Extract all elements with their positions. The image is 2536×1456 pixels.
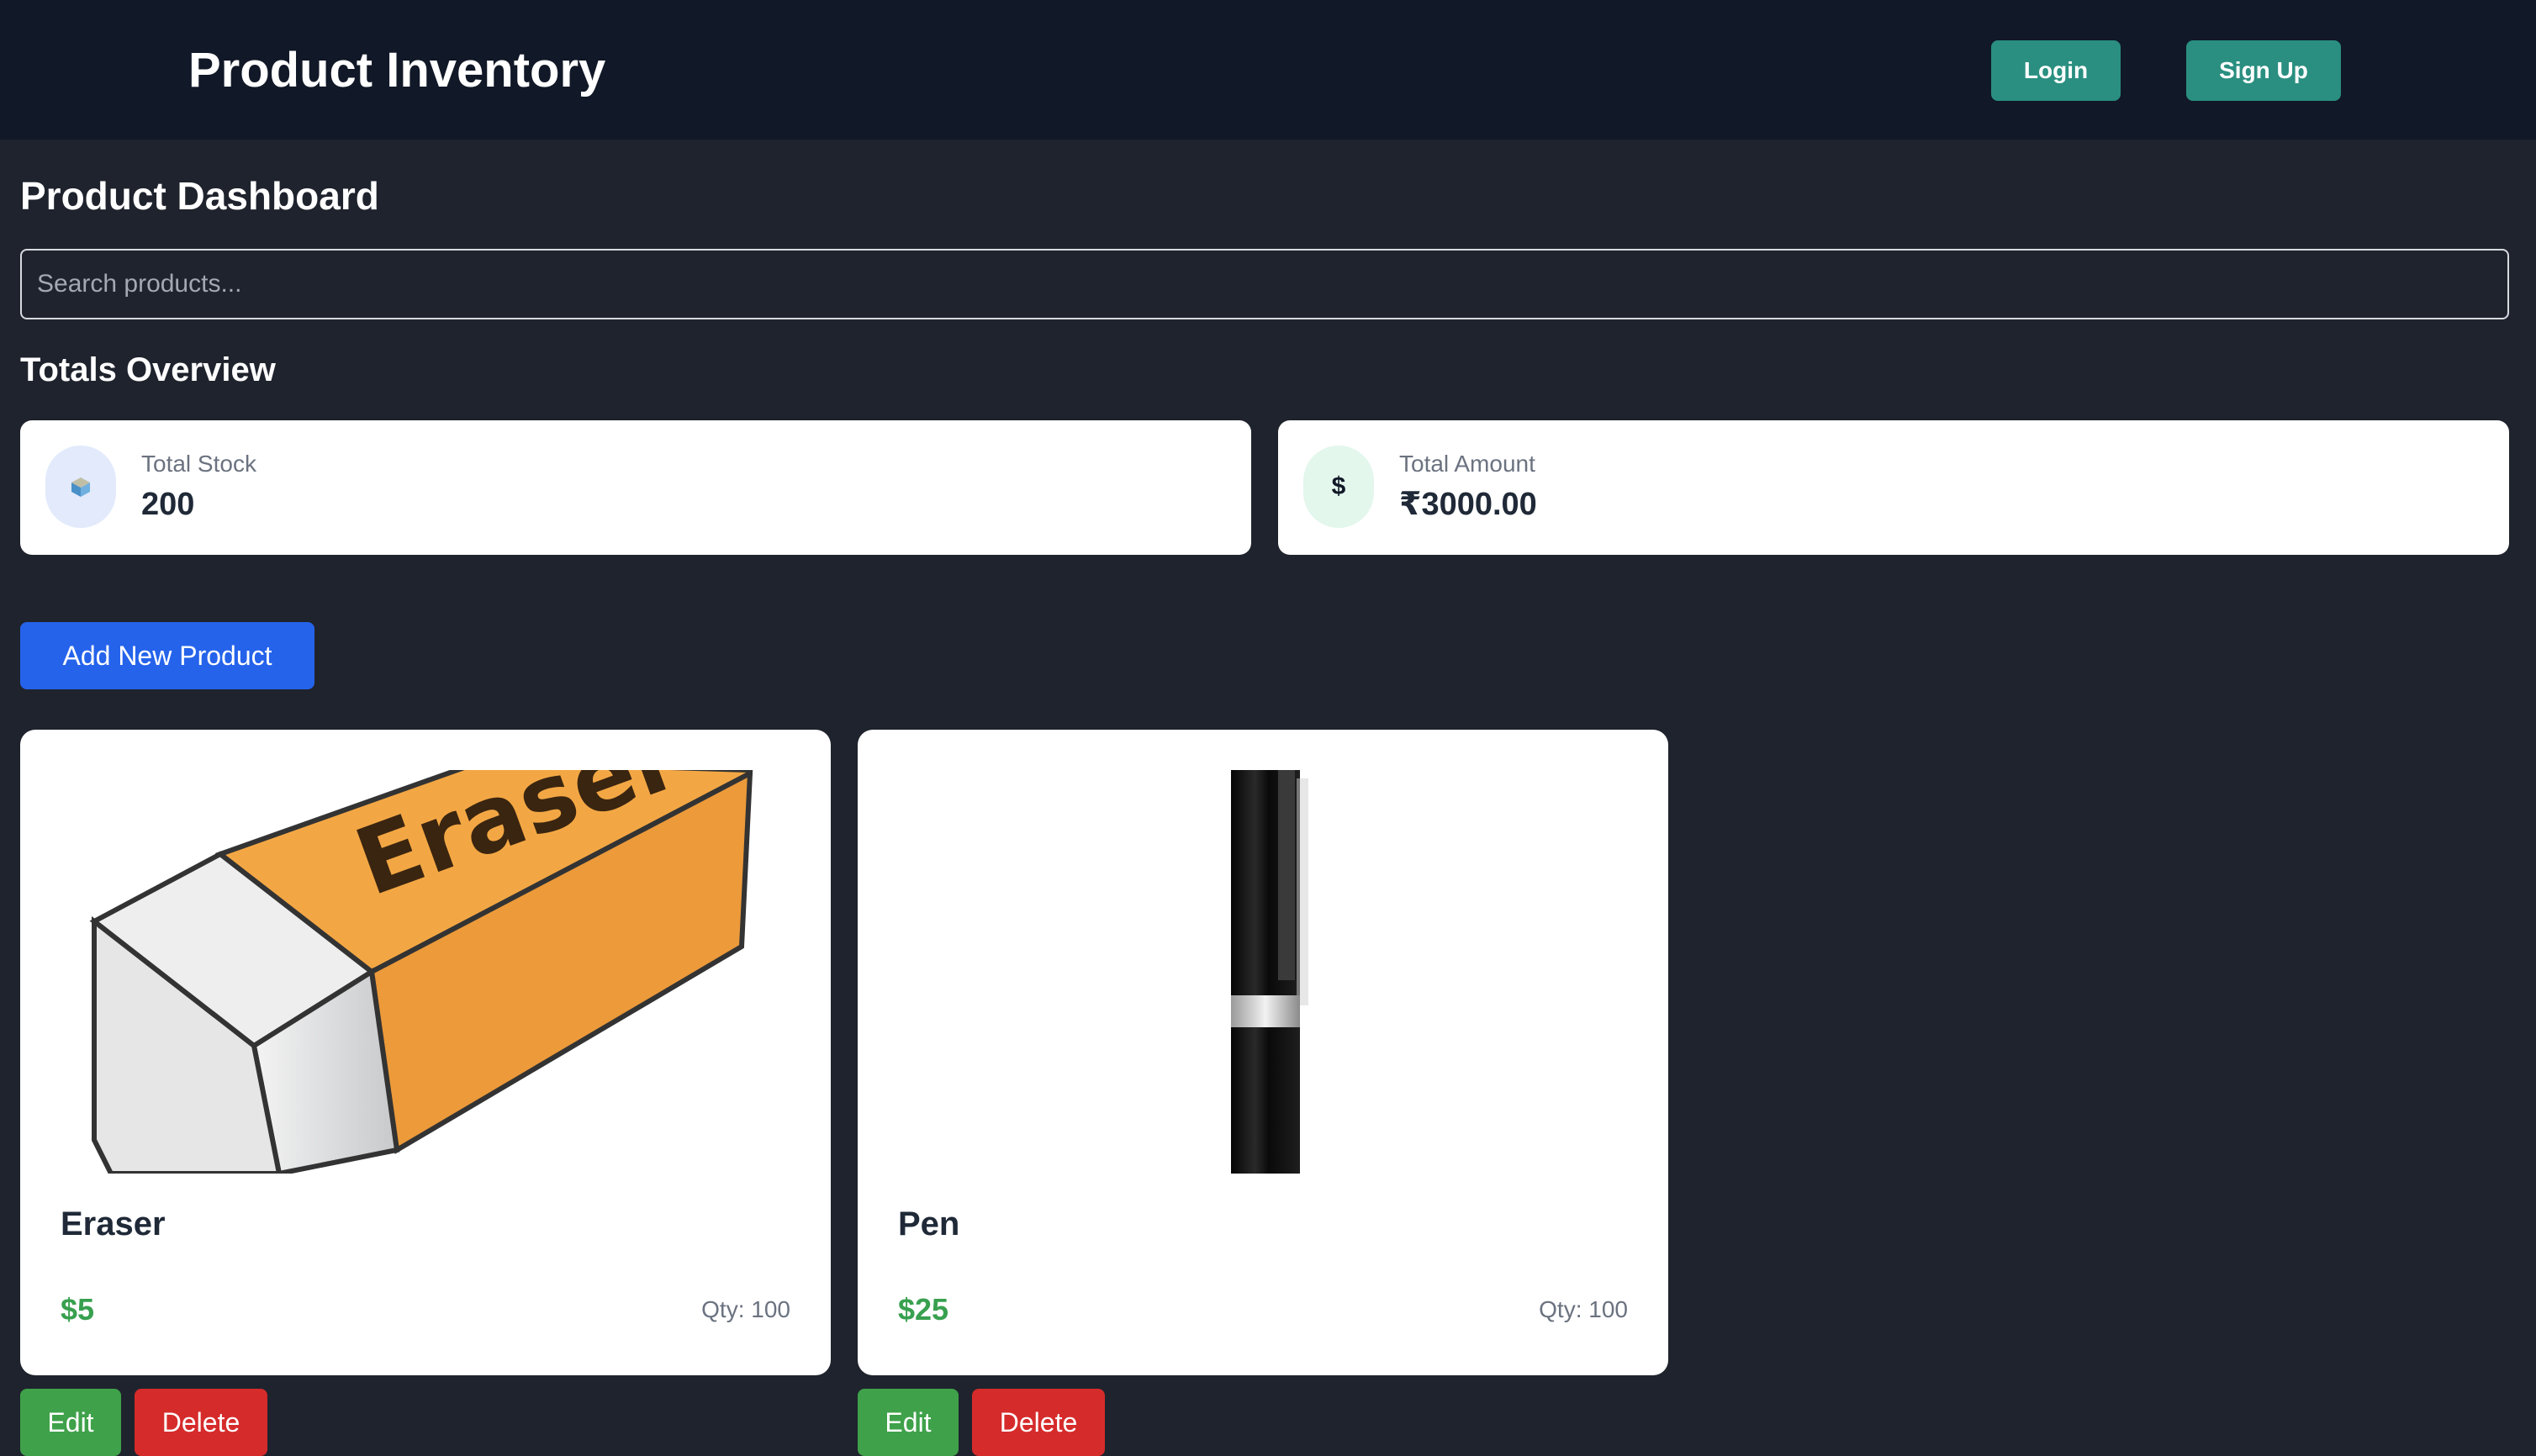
edit-button[interactable]: Edit bbox=[858, 1389, 959, 1456]
quantity-label: Qty: bbox=[1539, 1296, 1582, 1322]
delete-button[interactable]: Delete bbox=[972, 1389, 1105, 1456]
navbar: Product Inventory Login Sign Up bbox=[0, 0, 2536, 140]
add-new-product-button[interactable]: Add New Product bbox=[20, 622, 314, 689]
edit-button[interactable]: Edit bbox=[20, 1389, 121, 1456]
product-quantity: Qty: 100 bbox=[701, 1295, 790, 1325]
quantity-value: 100 bbox=[751, 1296, 790, 1322]
signup-button[interactable]: Sign Up bbox=[2186, 40, 2341, 101]
eraser-image: Eraser bbox=[61, 770, 790, 1174]
product-price: $5 bbox=[61, 1292, 95, 1327]
product-quantity: Qty: 100 bbox=[1539, 1295, 1628, 1325]
product-card: Eraser Eraser $5 Qty: 100 bbox=[20, 730, 831, 1375]
pen-image bbox=[898, 770, 1628, 1174]
quantity-value: 100 bbox=[1588, 1296, 1628, 1322]
cube-icon bbox=[45, 446, 116, 528]
total-stock-label: Total Stock bbox=[141, 451, 256, 477]
page-title: Product Dashboard bbox=[20, 174, 379, 218]
quantity-label: Qty: bbox=[701, 1296, 745, 1322]
totals-overview-title: Totals Overview bbox=[20, 351, 276, 388]
total-stock-card: Total Stock 200 bbox=[20, 420, 1251, 555]
delete-button[interactable]: Delete bbox=[135, 1389, 267, 1456]
product-card: Pen $25 Qty: 100 bbox=[858, 730, 1668, 1375]
dollar-icon: $ bbox=[1303, 446, 1374, 528]
product-name: Eraser bbox=[61, 1205, 166, 1242]
app-title: Product Inventory bbox=[188, 43, 606, 98]
product-price: $25 bbox=[898, 1292, 949, 1327]
total-amount-label: Total Amount bbox=[1399, 451, 1535, 477]
login-button[interactable]: Login bbox=[1991, 40, 2121, 101]
search-input[interactable] bbox=[20, 249, 2509, 319]
product-name: Pen bbox=[898, 1205, 960, 1242]
total-amount-card: $ Total Amount ₹3000.00 bbox=[1278, 420, 2509, 555]
total-stock-value: 200 bbox=[141, 487, 195, 522]
total-amount-value: ₹3000.00 bbox=[1399, 487, 1537, 522]
